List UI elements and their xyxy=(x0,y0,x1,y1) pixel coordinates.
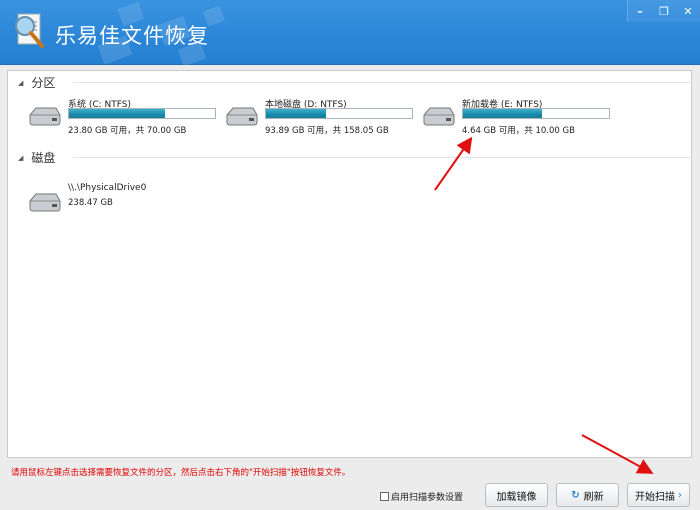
hard-drive-icon xyxy=(423,107,455,126)
partition-item[interactable]: 新加载卷 (E: NTFS) 4.64 GB 可用，共 10.00 GB xyxy=(422,97,622,137)
refresh-button[interactable]: ↻ 刷新 xyxy=(556,483,619,507)
hard-drive-icon xyxy=(29,107,61,126)
close-button[interactable]: ✕ xyxy=(676,0,700,22)
disk-name: \\.\PhysicalDrive0 xyxy=(68,183,147,193)
partition-capacity: 4.64 GB 可用，共 10.00 GB xyxy=(462,126,575,136)
group-label: 磁盘 xyxy=(31,151,56,165)
app-title: 乐易佳文件恢复 xyxy=(55,24,209,48)
magnifier-document-icon xyxy=(15,13,44,48)
refresh-label: 刷新 xyxy=(583,491,604,503)
usage-fill xyxy=(69,109,166,118)
partition-capacity: 93.89 GB 可用，共 158.05 GB xyxy=(265,126,389,136)
chevron-right-icon: › xyxy=(678,489,682,501)
usage-bar xyxy=(265,108,413,119)
group-label: 分区 xyxy=(31,76,56,90)
load-image-button[interactable]: 加载镜像 xyxy=(485,483,548,507)
partition-item[interactable]: 本地磁盘 (D: NTFS) 93.89 GB 可用，共 158.05 GB xyxy=(225,97,425,137)
drive-list-panel: ◢ 分区 系统 (C: NTFS) 23.80 GB 可用，共 70.00 GB… xyxy=(7,70,693,458)
usage-fill xyxy=(266,109,326,118)
refresh-icon: ↻ xyxy=(571,489,580,501)
usage-bar xyxy=(462,108,610,119)
partition-capacity: 23.80 GB 可用，共 70.00 GB xyxy=(68,126,187,136)
scan-settings-checkbox[interactable]: 启用扫描参数设置 xyxy=(380,490,463,503)
usage-fill xyxy=(463,109,542,118)
checkbox-label: 启用扫描参数设置 xyxy=(391,493,464,503)
group-partitions[interactable]: ◢ 分区 xyxy=(18,74,693,91)
hard-drive-icon xyxy=(29,193,61,212)
partition-item[interactable]: 系统 (C: NTFS) 23.80 GB 可用，共 70.00 GB xyxy=(28,97,228,137)
collapse-triangle-icon: ◢ xyxy=(18,78,24,87)
group-disks[interactable]: ◢ 磁盘 xyxy=(18,149,693,166)
disk-size: 238.47 GB xyxy=(68,198,113,208)
usage-bar xyxy=(68,108,216,119)
disk-item[interactable]: \\.\PhysicalDrive0 238.47 GB xyxy=(28,183,228,223)
start-scan-button[interactable]: 开始扫描 › xyxy=(627,483,690,507)
instruction-hint: 请用鼠标左键点击选择需要恢复文件的分区，然后点击右下角的"开始扫描"按钮恢复文件… xyxy=(11,468,351,478)
title-bar: 乐易佳文件恢复 – ❐ ✕ xyxy=(0,0,700,67)
checkbox-box[interactable] xyxy=(380,492,389,501)
minimize-button[interactable]: – xyxy=(628,0,652,22)
restore-button[interactable]: ❐ xyxy=(652,0,676,22)
start-scan-label: 开始扫描 xyxy=(635,491,675,503)
collapse-triangle-icon: ◢ xyxy=(18,153,24,162)
hard-drive-icon xyxy=(226,107,258,126)
